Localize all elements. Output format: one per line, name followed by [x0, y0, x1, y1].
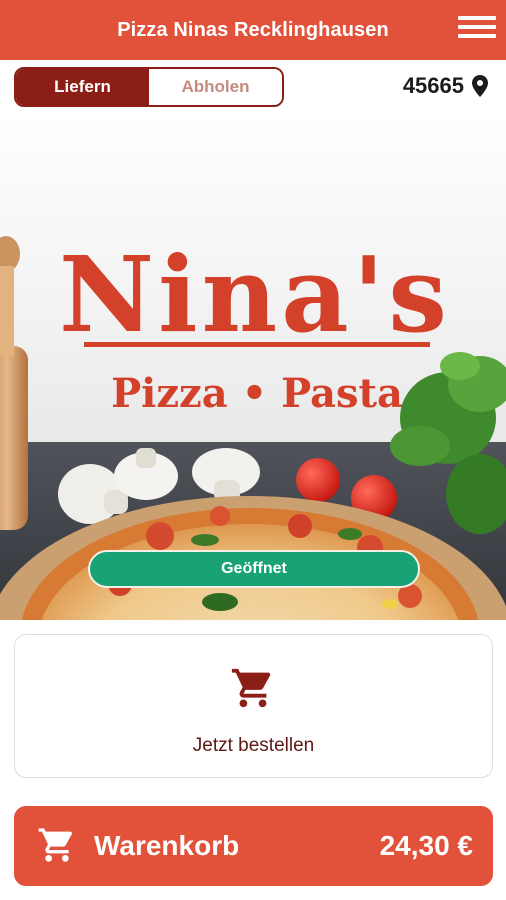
restaurant-logo: Nina's Pizza • Pasta	[59, 233, 451, 417]
postal-code-selector[interactable]: 45665	[403, 73, 488, 99]
toggle-pickup[interactable]: Abholen	[149, 69, 282, 105]
order-now-card[interactable]: Jetzt bestellen	[14, 634, 493, 778]
app-bar: Pizza Ninas Recklinghausen	[0, 0, 506, 60]
cart-label: Warenkorb	[94, 830, 240, 861]
cart-total: 24,30 €	[379, 830, 473, 861]
hero-banner: Nina's Pizza • Pasta	[0, 116, 506, 620]
open-status-badge[interactable]: Geöffnet	[88, 550, 420, 588]
delivery-mode-toggle[interactable]: Liefern Abholen	[14, 67, 284, 107]
map-pin-icon	[472, 75, 488, 97]
hero-image: Nina's Pizza • Pasta	[0, 116, 506, 620]
order-now-label: Jetzt bestellen	[192, 735, 315, 756]
logo-name: Nina's	[59, 233, 451, 356]
shopping-cart-icon	[38, 828, 73, 862]
order-mode-bar: Liefern Abholen 45665	[0, 60, 506, 116]
hamburger-menu-icon[interactable]	[458, 16, 496, 44]
logo-tagline: Pizza • Pasta	[111, 370, 403, 417]
shopping-cart-icon	[231, 668, 271, 708]
toggle-delivery[interactable]: Liefern	[16, 69, 149, 105]
cart-button[interactable]: Warenkorb 24,30 €	[14, 806, 493, 886]
postal-code: 45665	[402, 73, 464, 98]
tomato	[296, 458, 340, 502]
app-title: Pizza Ninas Recklinghausen	[117, 18, 389, 41]
